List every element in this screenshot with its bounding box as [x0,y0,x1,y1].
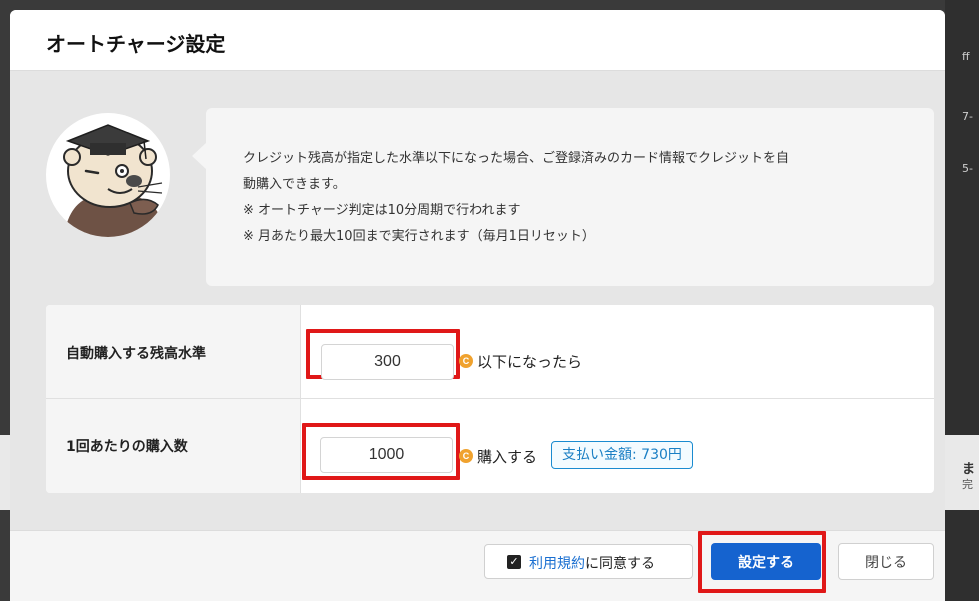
bubble-tail [192,142,207,170]
payment-amount-badge: 支払い金額: 730円 [551,441,693,469]
threshold-input[interactable] [321,344,454,380]
info-line: 動購入できます。 [243,177,346,192]
modal-footer: ✓ 利用規約に同意する 設定する 閉じる [10,530,945,601]
background-panel-left [0,435,10,510]
background-text: 7- [962,110,973,123]
amount-label: 1回あたりの購入数 [66,439,188,455]
info-note: ※ オートチャージ判定は10分周期で行われます [243,203,521,218]
background-text: ま [962,462,976,477]
label-cell: 自動購入する残高水準 [46,305,301,398]
agree-suffix: に同意する [585,556,655,572]
auto-charge-modal: オートチャージ設定 クレジット残高が指定した水準以下になった場合、ご登録済みのカ… [10,10,945,601]
agree-terms-label: 利用規約に同意する [529,553,655,573]
terms-link[interactable]: 利用規約 [529,556,585,572]
background-text: 5- [962,162,973,175]
info-bubble: クレジット残高が指定した水準以下になった場合、ご登録済みのカード情報でクレジット… [206,108,934,286]
threshold-suffix: 以下になったら [477,353,583,371]
checkbox-checked-icon: ✓ [507,555,521,569]
mascot-avatar [46,113,170,237]
amount-suffix: 購入する [477,448,538,466]
modal-header: オートチャージ設定 [10,10,945,71]
modal-title: オートチャージ設定 [46,32,226,56]
amount-row: 1回あたりの購入数 C 購入する 支払い金額: 730円 [46,399,934,493]
background-text: ff [962,50,970,63]
credit-coin-icon: C [459,449,473,463]
settings-form: 自動購入する残高水準 C 以下になったら 1回あたりの購入数 C 購入する 支払… [46,305,934,493]
info-line: クレジット残高が指定した水準以下になった場合、ご登録済みのカード情報でクレジット… [243,151,790,166]
threshold-row: 自動購入する残高水準 C 以下になったら [46,305,934,399]
background-text: 完 [962,478,973,491]
amount-input[interactable] [320,437,453,473]
info-text: クレジット残高が指定した水準以下になった場合、ご登録済みのカード情報でクレジット… [243,146,913,250]
close-button[interactable]: 閉じる [838,543,934,580]
threshold-label: 自動購入する残高水準 [66,346,206,362]
info-note: ※ 月あたり最大10回まで実行されます（毎月1日リセット） [243,229,595,244]
save-settings-button[interactable]: 設定する [711,543,821,580]
background-page [945,0,979,601]
agree-terms-toggle[interactable]: ✓ 利用規約に同意する [484,544,693,579]
credit-coin-icon: C [459,354,473,368]
label-cell: 1回あたりの購入数 [46,399,301,493]
